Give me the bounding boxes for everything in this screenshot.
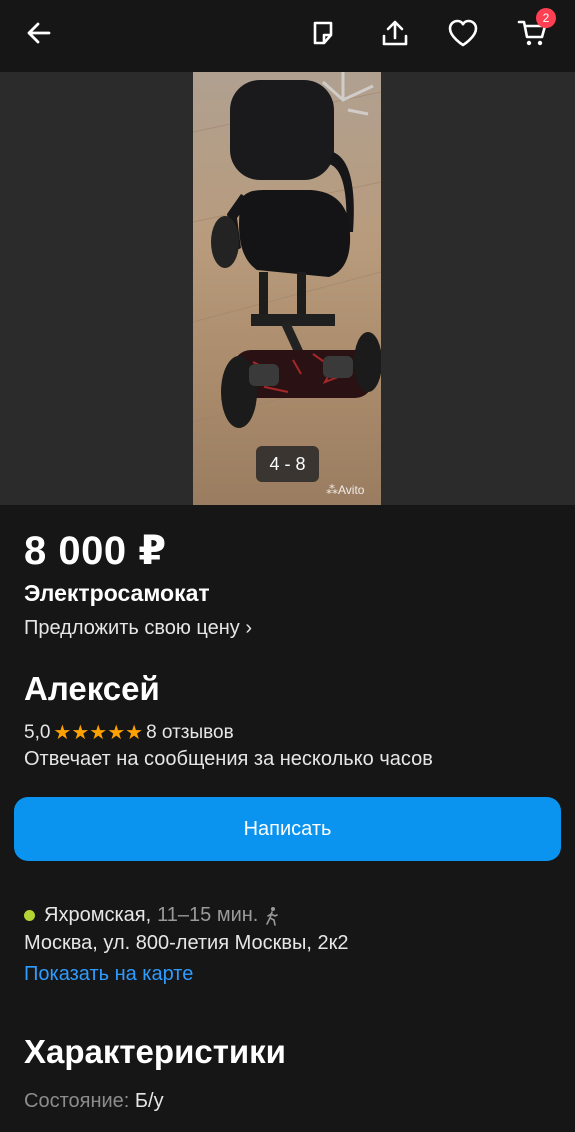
cart-count-badge: 2 — [536, 8, 556, 28]
metro-name: Яхромская, — [44, 904, 152, 926]
metro-station: Яхромская, 11–15 мин. — [24, 904, 280, 927]
write-message-button[interactable]: Написать — [14, 797, 561, 861]
share-icon[interactable] — [378, 16, 412, 50]
photo-gallery[interactable]: 4 - 8 ⁂Avito — [0, 72, 575, 505]
show-on-map-link[interactable]: Показать на карте — [24, 963, 193, 986]
spec-row-condition: Состояние: Б/у — [24, 1090, 164, 1113]
reply-time: Отвечает на сообщения за несколько часов — [24, 748, 433, 770]
metro-line-dot-icon — [24, 910, 35, 921]
photo-counter: 4 - 8 — [256, 446, 319, 482]
avito-watermark: ⁂Avito — [326, 483, 364, 497]
metro-walk-time: 11–15 мин. — [157, 904, 259, 926]
seller-name[interactable]: Алексей — [24, 670, 160, 708]
address: Москва, ул. 800-летия Москвы, 2к2 — [24, 932, 349, 954]
note-icon[interactable] — [306, 16, 340, 50]
rating-value: 5,0 — [24, 721, 51, 743]
avito-logo-icon: ⁂ — [326, 483, 338, 497]
listing-title: Электросамокат — [24, 580, 210, 606]
back-arrow-icon[interactable] — [22, 16, 56, 50]
reviews-count: 8 отзывов — [146, 721, 234, 743]
rating-stars-icon: ★★★★★ — [53, 722, 144, 744]
cart-icon[interactable]: 2 — [516, 8, 556, 50]
specs-heading: Характеристики — [24, 1033, 286, 1070]
offer-price-link[interactable]: Предложить свою цену › — [24, 617, 252, 640]
watermark-text: Avito — [338, 483, 365, 497]
heart-icon[interactable] — [446, 16, 480, 50]
seller-rating[interactable]: 5,0 ★★★★★ 8 отзывов — [24, 720, 234, 745]
spec-key: Состояние: — [24, 1090, 130, 1112]
top-bar: 2 — [0, 0, 575, 72]
walking-person-icon — [264, 906, 280, 926]
spec-value: Б/у — [134, 1090, 164, 1112]
listing-price: 8 000 ₽ — [24, 529, 167, 573]
listing-photo[interactable] — [193, 72, 381, 505]
